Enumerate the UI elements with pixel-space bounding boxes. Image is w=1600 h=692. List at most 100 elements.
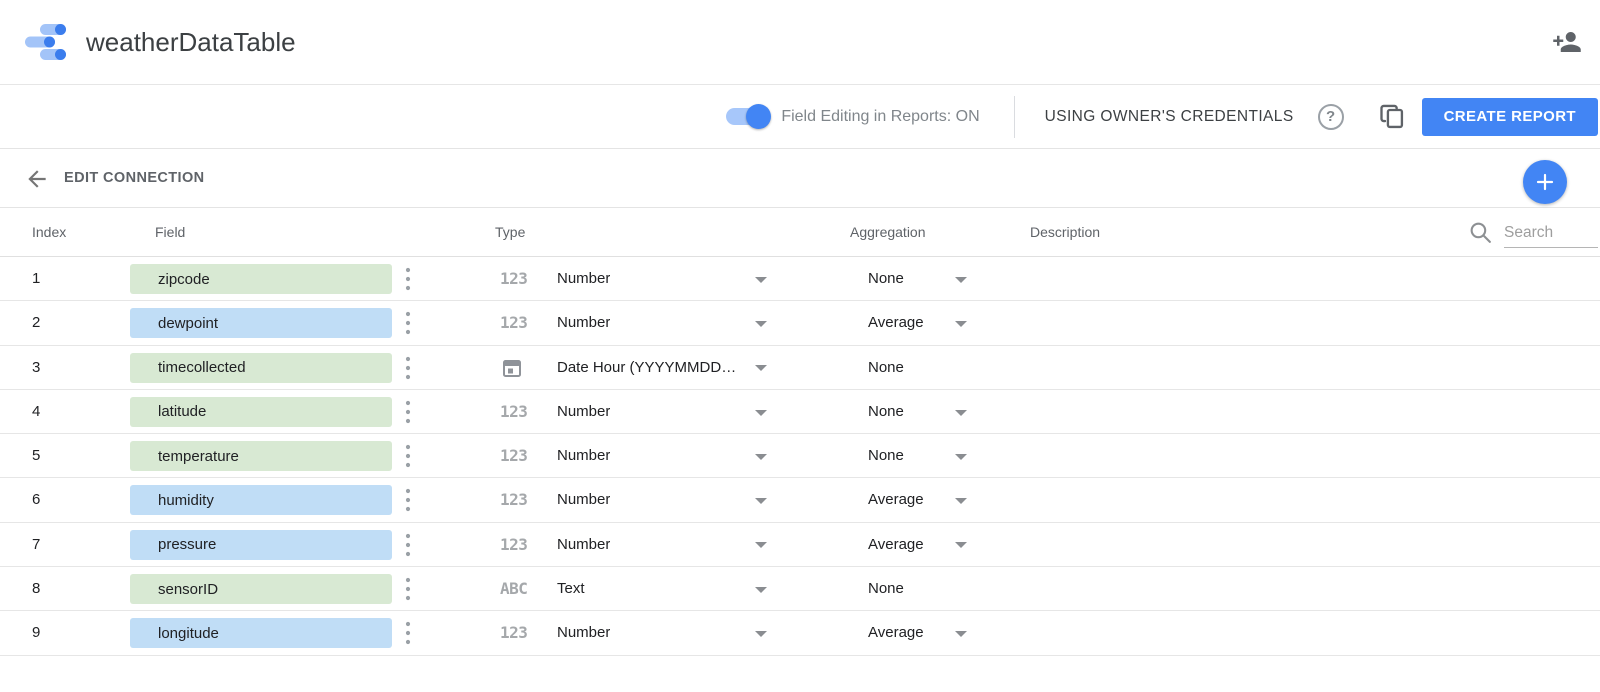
more-vert-icon[interactable] (399, 310, 417, 337)
search-icon[interactable] (1468, 220, 1493, 245)
description-cell[interactable] (1030, 257, 1600, 300)
description-cell[interactable] (1030, 434, 1600, 477)
description-cell[interactable] (1030, 523, 1600, 566)
add-field-button[interactable] (1523, 160, 1567, 204)
data-studio-logo-icon[interactable] (24, 22, 68, 62)
description-cell[interactable] (1030, 390, 1600, 433)
field-chip[interactable]: pressure (130, 530, 392, 560)
help-icon[interactable]: ? (1318, 104, 1344, 130)
row-index: 1 (32, 257, 40, 301)
aggregation-dropdown-arrow-icon[interactable] (955, 542, 967, 548)
row-index: 8 (32, 567, 40, 611)
type-dropdown-arrow-icon[interactable] (755, 631, 767, 637)
toggle-knob[interactable] (746, 104, 771, 129)
field-name: latitude (158, 403, 206, 420)
type-select[interactable]: Number (557, 301, 610, 345)
more-vert-icon[interactable] (399, 576, 417, 603)
aggregation-select[interactable]: None (868, 567, 904, 611)
more-vert-icon[interactable] (399, 266, 417, 293)
type-select[interactable]: Number (557, 257, 610, 301)
vertical-divider (1014, 96, 1015, 138)
type-dropdown-arrow-icon[interactable] (755, 277, 767, 283)
description-cell[interactable] (1030, 611, 1600, 654)
table-row: 7 pressure 123 Number Average (0, 523, 1600, 567)
field-chip[interactable]: latitude (130, 397, 392, 427)
aggregation-select[interactable]: Average (868, 478, 924, 522)
table-row: 1 zipcode 123 Number None (0, 257, 1600, 301)
table-row: 9 longitude 123 Number Average (0, 611, 1600, 655)
aggregation-select[interactable]: None (868, 390, 904, 434)
more-vert-icon[interactable] (399, 443, 417, 470)
type-dropdown-arrow-icon[interactable] (755, 498, 767, 504)
aggregation-dropdown-arrow-icon[interactable] (955, 410, 967, 416)
type-dropdown-arrow-icon[interactable] (755, 365, 767, 371)
aggregation-dropdown-arrow-icon[interactable] (955, 498, 967, 504)
edit-connection-button[interactable]: EDIT CONNECTION (64, 149, 205, 208)
column-header-field: Field (155, 208, 185, 257)
row-index: 9 (32, 611, 40, 655)
field-chip[interactable]: humidity (130, 485, 392, 515)
field-chip[interactable]: timecollected (130, 353, 392, 383)
description-cell[interactable] (1030, 346, 1600, 389)
top-header: weatherDataTable (0, 0, 1600, 85)
type-dropdown-arrow-icon[interactable] (755, 542, 767, 548)
column-header-aggregation: Aggregation (850, 208, 926, 257)
aggregation-dropdown-arrow-icon[interactable] (955, 277, 967, 283)
description-cell[interactable] (1030, 567, 1600, 610)
field-chip[interactable]: dewpoint (130, 308, 392, 338)
row-index: 5 (32, 434, 40, 478)
type-select[interactable]: Number (557, 523, 610, 567)
aggregation-select[interactable]: Average (868, 301, 924, 345)
field-chip[interactable]: sensorID (130, 574, 392, 604)
copy-datasource-icon[interactable] (1378, 103, 1406, 131)
type-dropdown-arrow-icon[interactable] (755, 410, 767, 416)
type-dropdown-arrow-icon[interactable] (755, 454, 767, 460)
description-cell[interactable] (1030, 478, 1600, 521)
aggregation-dropdown-arrow-icon[interactable] (955, 454, 967, 460)
type-select[interactable]: Date Hour (YYYYMMDD… (557, 346, 736, 390)
aggregation-select[interactable]: None (868, 434, 904, 478)
credentials-menu[interactable]: USING OWNER'S CREDENTIALS (1045, 108, 1294, 126)
page-title[interactable]: weatherDataTable (86, 27, 296, 58)
text-type-icon: ABC (500, 567, 540, 611)
field-chip[interactable]: temperature (130, 441, 392, 471)
field-chip[interactable]: longitude (130, 618, 392, 648)
type-select[interactable]: Number (557, 390, 610, 434)
more-vert-icon[interactable] (399, 355, 417, 382)
aggregation-select[interactable]: Average (868, 611, 924, 655)
number-type-icon: 123 (500, 301, 540, 345)
number-type-icon: 123 (500, 523, 540, 567)
back-arrow-icon[interactable] (24, 166, 50, 192)
aggregation-select[interactable]: None (868, 346, 904, 390)
table-row: 8 sensorID ABC Text None (0, 567, 1600, 611)
person-add-icon[interactable] (1552, 27, 1582, 57)
type-select[interactable]: Number (557, 478, 610, 522)
table-row: 4 latitude 123 Number None (0, 390, 1600, 434)
more-vert-icon[interactable] (399, 399, 417, 426)
toggle-track[interactable] (726, 108, 768, 125)
aggregation-dropdown-arrow-icon[interactable] (955, 631, 967, 637)
search-input[interactable] (1504, 218, 1598, 248)
aggregation-select[interactable]: Average (868, 523, 924, 567)
field-table-body: 1 zipcode 123 Number None 2 dewpoint 123… (0, 257, 1600, 656)
type-dropdown-arrow-icon[interactable] (755, 321, 767, 327)
aggregation-dropdown-arrow-icon[interactable] (955, 321, 967, 327)
row-index: 6 (32, 478, 40, 522)
type-select[interactable]: Text (557, 567, 585, 611)
create-report-button[interactable]: CREATE REPORT (1422, 98, 1598, 136)
type-select[interactable]: Number (557, 611, 610, 655)
description-cell[interactable] (1030, 301, 1600, 344)
field-chip[interactable]: zipcode (130, 264, 392, 294)
field-name: zipcode (158, 271, 210, 288)
row-index: 3 (32, 346, 40, 390)
table-row: 2 dewpoint 123 Number Average (0, 301, 1600, 345)
type-dropdown-arrow-icon[interactable] (755, 587, 767, 593)
field-editing-toggle[interactable]: Field Editing in Reports: ON (726, 108, 979, 126)
type-select[interactable]: Number (557, 434, 610, 478)
more-vert-icon[interactable] (399, 487, 417, 514)
aggregation-select[interactable]: None (868, 257, 904, 301)
table-row: 3 timecollected Date Hour (YYYYMMDD… Non… (0, 346, 1600, 390)
more-vert-icon[interactable] (399, 620, 417, 647)
table-header: Index Field Type Aggregation Description (0, 208, 1600, 257)
more-vert-icon[interactable] (399, 532, 417, 559)
